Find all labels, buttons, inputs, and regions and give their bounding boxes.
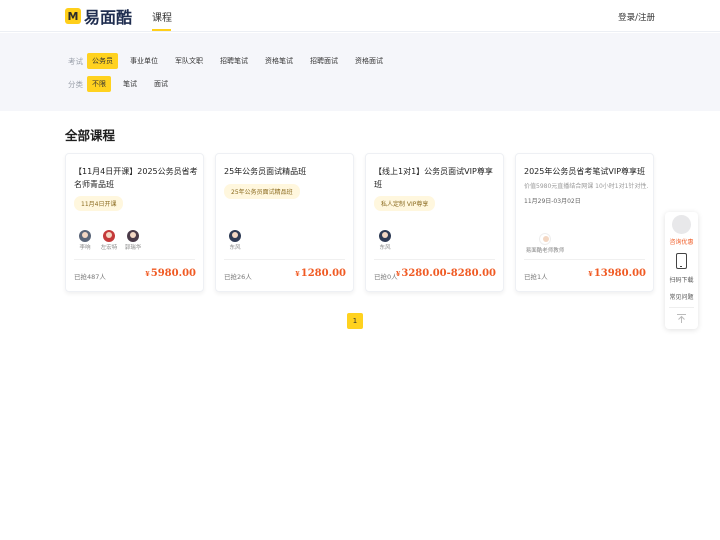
category-chip-all[interactable]: 不限 xyxy=(87,76,111,92)
enrolled-count: 已抢1人 xyxy=(524,273,548,281)
course-title: 25年公务员面试精品班 xyxy=(224,167,307,176)
filter-panel xyxy=(0,33,720,111)
exam-filter-row: 考试 公务员 事业单位 军队文职 招聘笔试 资格笔试 招聘面试 资格面试 xyxy=(68,53,395,69)
avatar xyxy=(229,230,241,242)
logo-text: 易面酷 xyxy=(84,8,133,27)
logo-mark-icon: M xyxy=(65,8,81,24)
faq-link[interactable]: 常见问题 xyxy=(665,292,698,301)
teacher-list: 易面酷老师教师 xyxy=(524,233,568,254)
login-register-link[interactable]: 登录/注册 xyxy=(618,11,655,23)
avatar xyxy=(379,230,391,242)
exam-chip-shiye[interactable]: 事业单位 xyxy=(125,53,163,69)
course-date: 11月29日-03月02日 xyxy=(524,198,581,205)
course-tag: 11月4日开课 xyxy=(74,196,124,211)
course-card[interactable]: 2025年公务员省考笔试VIP尊享班 价值5980元直播结合网课 10小时1对1… xyxy=(515,153,654,292)
currency-symbol: ¥ xyxy=(295,270,300,278)
course-price: ¥13980.00 xyxy=(588,268,646,279)
teacher-item: 左宏特 xyxy=(98,230,120,251)
course-card[interactable]: 25年公务员面试精品班 25年公务员面试精品班 东风 已抢26人 ¥1280.0… xyxy=(215,153,354,292)
course-title: 2025年公务员省考笔试VIP尊享班 xyxy=(524,167,646,176)
download-link[interactable]: 扫码下载 xyxy=(665,275,698,284)
card-divider xyxy=(224,259,345,260)
right-float-toolbar: 咨询优惠 扫码下载 常见问题 xyxy=(665,212,698,329)
phone-icon[interactable] xyxy=(676,253,687,269)
teacher-name: 东风 xyxy=(379,245,391,251)
price-value: 13980.00 xyxy=(593,268,646,279)
teacher-list: 李响 左宏特 郭瑞华 xyxy=(74,230,146,251)
avatar xyxy=(539,233,551,245)
course-card[interactable]: 【线上1对1】公务员面试VIP尊享班 私人定制 VIP尊享 东风 已抢0人 ¥3… xyxy=(365,153,504,292)
course-tag: 25年公务员面试精品班 xyxy=(224,184,300,199)
course-tag: 私人定制 VIP尊享 xyxy=(374,196,436,211)
teacher-item: 郭瑞华 xyxy=(122,230,144,251)
toolbar-divider xyxy=(669,307,694,308)
teacher-name: 郭瑞华 xyxy=(124,245,142,251)
teacher-name: 易面酷老师教师 xyxy=(525,248,565,254)
avatar xyxy=(79,230,91,242)
back-to-top-icon[interactable] xyxy=(676,313,687,324)
card-divider xyxy=(74,259,195,260)
avatar xyxy=(127,230,139,242)
exam-chip-zhaopin-bishi[interactable]: 招聘笔试 xyxy=(215,53,253,69)
card-divider xyxy=(374,259,495,260)
course-title: 【11月4日开课】2025公务员省考名师青品班 xyxy=(74,167,198,189)
teacher-item: 东风 xyxy=(224,230,246,251)
price-value: 5980.00 xyxy=(150,268,196,279)
exam-chip-junduiwenzhi[interactable]: 军队文职 xyxy=(170,53,208,69)
teacher-name: 东风 xyxy=(229,245,241,251)
nav-tab-active-indicator xyxy=(152,29,171,31)
teacher-item: 李响 xyxy=(74,230,96,251)
section-title: 全部课程 xyxy=(65,128,116,143)
site-logo[interactable]: M 易面酷 xyxy=(65,7,133,27)
enrolled-count: 已抢0人 xyxy=(374,273,398,281)
currency-symbol: ¥ xyxy=(145,270,150,278)
category-filter-label: 分类 xyxy=(68,79,83,89)
teacher-item: 东风 xyxy=(374,230,396,251)
teacher-list: 东风 xyxy=(374,230,398,251)
exam-filter-label: 考试 xyxy=(68,56,83,66)
course-card[interactable]: 【11月4日开课】2025公务员省考名师青品班 11月4日开课 李响 左宏特 郭… xyxy=(65,153,204,292)
enrolled-count: 已抢487人 xyxy=(74,273,106,281)
nav-tab-courses[interactable]: 课程 xyxy=(152,9,172,24)
course-price: ¥5980.00 xyxy=(145,268,196,279)
enrolled-count: 已抢26人 xyxy=(224,273,252,281)
course-subtitle: 价值5980元直播结合网课 10小时1对1针对性... xyxy=(524,183,648,190)
teacher-item: 易面酷老师教师 xyxy=(524,233,566,254)
category-chip-interview[interactable]: 面试 xyxy=(149,76,173,92)
consult-link[interactable]: 咨询优惠 xyxy=(665,237,698,246)
category-filter-row: 分类 不限 笔试 面试 xyxy=(68,76,180,92)
course-price: ¥3280.00-8280.00 xyxy=(396,268,496,279)
pagination-page-button[interactable]: 1 xyxy=(347,313,363,329)
price-value: 3280.00-8280.00 xyxy=(401,268,496,279)
avatar xyxy=(103,230,115,242)
course-price: ¥1280.00 xyxy=(295,268,346,279)
card-divider xyxy=(524,259,645,260)
teacher-name: 李响 xyxy=(79,245,91,251)
category-chip-written[interactable]: 笔试 xyxy=(118,76,142,92)
currency-symbol: ¥ xyxy=(395,270,401,278)
course-title: 【线上1对1】公务员面试VIP尊享班 xyxy=(374,167,493,189)
top-header: M 易面酷 课程 登录/注册 xyxy=(0,0,720,32)
teacher-list: 东风 xyxy=(224,230,248,251)
consult-avatar-icon[interactable] xyxy=(672,215,691,234)
price-value: 1280.00 xyxy=(300,268,346,279)
exam-chip-gongwuyuan[interactable]: 公务员 xyxy=(87,53,118,69)
exam-chip-zige-mianshi[interactable]: 资格面试 xyxy=(350,53,388,69)
teacher-name: 左宏特 xyxy=(100,245,118,251)
exam-chip-zige-bishi[interactable]: 资格笔试 xyxy=(260,53,298,69)
currency-symbol: ¥ xyxy=(588,270,593,278)
exam-chip-zhaopin-mianshi[interactable]: 招聘面试 xyxy=(305,53,343,69)
